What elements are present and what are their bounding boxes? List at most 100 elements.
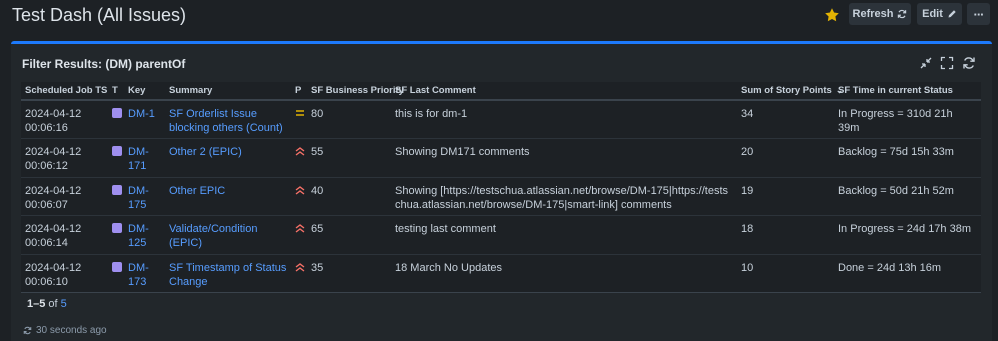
table-row[interactable]: 2024-04-12 00:06:12 DM-171 Other 2 (EPIC)… <box>21 138 981 178</box>
last-comment-cell: this is for dm-1 <box>391 100 737 139</box>
scheduled-job-ts-cell: 2024-04-12 00:06:12 <box>21 138 108 178</box>
issue-key-cell: DM-125 <box>124 215 165 255</box>
type-cell <box>108 100 124 139</box>
gadget-title: Filter Results: (DM) parentOf <box>22 57 186 71</box>
story-points-cell: 34 <box>737 100 834 139</box>
epic-icon <box>112 146 122 156</box>
scheduled-job-ts-cell: 2024-04-12 00:06:07 <box>21 177 108 216</box>
business-priority-cell: 35 <box>307 254 391 293</box>
priority-high-icon <box>295 224 305 233</box>
summary-cell: SF Timestamp of Status Change <box>165 254 291 293</box>
epic-icon <box>112 184 122 195</box>
filter-results-gadget: Filter Results: (DM) parentOf Scheduled … <box>11 41 992 341</box>
column-header[interactable]: P <box>291 82 307 101</box>
refresh-icon <box>898 9 907 19</box>
issue-key-link[interactable]: DM-175 <box>128 185 149 211</box>
edit-button-label: Edit <box>922 8 943 20</box>
last-comment-cell: Showing [https://testschua.atlassian.net… <box>391 177 737 216</box>
scheduled-job-ts-cell: 2024-04-12 00:06:14 <box>21 215 108 255</box>
type-cell <box>108 138 124 178</box>
column-header[interactable]: SF Last Comment <box>391 82 737 101</box>
table-header-row: Scheduled Job TS T Key Summary P SF Busi… <box>21 82 981 101</box>
table-row[interactable]: 2024-04-12 00:06:07 DM-175 Other EPIC 40 … <box>21 177 981 216</box>
more-actions-button[interactable]: ··· <box>967 3 990 25</box>
star-icon[interactable] <box>824 7 840 23</box>
priority-high-icon <box>295 147 305 156</box>
column-header[interactable]: Scheduled Job TS <box>21 82 108 101</box>
time-in-status-cell: Done = 24d 13h 16m <box>834 254 981 293</box>
edit-button[interactable]: Edit <box>917 3 962 25</box>
summary-cell: Validate/Condition (EPIC) <box>165 215 291 255</box>
last-updated-text: 30 seconds ago <box>36 325 107 336</box>
last-comment-cell: Showing DM171 comments <box>391 138 737 178</box>
type-cell <box>108 254 124 293</box>
type-cell <box>108 215 124 255</box>
last-comment-cell: 18 March No Updates <box>391 254 737 293</box>
priority-cell <box>291 254 307 293</box>
business-priority-cell: 65 <box>307 215 391 255</box>
results-table-container: Scheduled Job TS T Key Summary P SF Busi… <box>21 82 981 293</box>
refresh-small-icon <box>23 326 32 335</box>
table-row[interactable]: 2024-04-12 00:06:16 DM-1 SF Orderlist Iss… <box>21 100 981 139</box>
priority-high-icon <box>295 262 305 272</box>
table-row[interactable]: 2024-04-12 00:06:14 DM-125 Validate/Condi… <box>21 215 981 255</box>
epic-icon <box>112 223 122 233</box>
refresh-button-label: Refresh <box>852 8 894 20</box>
issue-key-link[interactable]: DM-1 <box>128 108 155 120</box>
column-header[interactable]: T <box>108 82 124 101</box>
column-header[interactable]: Key <box>124 82 165 101</box>
priority-cell <box>291 215 307 255</box>
column-header-sorted[interactable]: Sum of Story Points⌄ <box>737 82 843 101</box>
summary-link[interactable]: SF Timestamp of Status Change <box>169 262 286 288</box>
priority-medium-icon <box>296 110 304 116</box>
scheduled-job-ts-cell: 2024-04-12 00:06:16 <box>21 100 108 139</box>
story-points-cell: 18 <box>737 215 834 255</box>
collapse-icon[interactable] <box>919 56 933 70</box>
type-cell <box>108 177 124 216</box>
issue-key-cell: DM-173 <box>124 254 165 293</box>
column-header[interactable]: SF Business Priority <box>307 82 404 101</box>
issue-key-link[interactable]: DM-173 <box>128 262 149 288</box>
summary-link[interactable]: Other 2 (EPIC) <box>169 146 242 158</box>
story-points-cell: 10 <box>737 254 834 293</box>
column-header-label: Sum of Story Points <box>741 85 832 96</box>
summary-link[interactable]: Validate/Condition (EPIC) <box>169 223 257 249</box>
priority-cell <box>291 100 307 139</box>
page-title: Test Dash (All Issues) <box>12 5 187 25</box>
results-table: Scheduled Job TS T Key Summary P SF Busi… <box>21 82 981 293</box>
business-priority-cell: 80 <box>307 100 391 139</box>
epic-icon <box>112 108 122 118</box>
issue-key-link[interactable]: DM-171 <box>128 146 149 172</box>
business-priority-cell: 55 <box>307 138 391 178</box>
column-header[interactable]: Summary <box>165 82 291 101</box>
time-in-status-cell: In Progress = 24d 17h 38m <box>834 215 981 255</box>
results-of: of <box>48 298 58 310</box>
issue-key-link[interactable]: DM-125 <box>128 223 149 249</box>
fullscreen-icon[interactable] <box>940 56 954 70</box>
results-range: 1–5 <box>27 298 46 310</box>
table-row[interactable]: 2024-04-12 00:06:10 DM-173 SF Timestamp o… <box>21 254 981 293</box>
summary-link[interactable]: Other EPIC <box>169 185 225 197</box>
dashboard-header: Test Dash (All Issues) Refresh Edit ··· <box>0 0 998 32</box>
issue-key-cell: DM-1 <box>124 100 165 139</box>
results-total-link[interactable]: 5 <box>61 298 67 310</box>
story-points-cell: 20 <box>737 138 834 178</box>
summary-cell: SF Orderlist Issue blocking others (Coun… <box>165 100 291 139</box>
gadget-refresh-icon[interactable] <box>962 56 976 70</box>
time-in-status-cell: Backlog = 50d 21h 52m <box>834 177 981 216</box>
summary-cell: Other EPIC <box>165 177 291 216</box>
time-in-status-cell: In Progress = 310d 21h 39m <box>834 100 981 139</box>
summary-cell: Other 2 (EPIC) <box>165 138 291 178</box>
refresh-button[interactable]: Refresh <box>849 3 911 25</box>
column-header[interactable]: SF Time in current Status <box>834 82 981 101</box>
time-in-status-cell: Backlog = 75d 15h 33m <box>834 138 981 178</box>
results-count: 1–5 of 5 <box>27 298 67 310</box>
pencil-icon <box>948 10 956 18</box>
issue-key-cell: DM-171 <box>124 138 165 178</box>
priority-cell <box>291 138 307 178</box>
priority-cell <box>291 177 307 216</box>
last-comment-cell: testing last comment <box>391 215 737 255</box>
business-priority-cell: 40 <box>307 177 391 216</box>
summary-link[interactable]: SF Orderlist Issue blocking others (Coun… <box>169 108 283 134</box>
issue-key-cell: DM-175 <box>124 177 165 216</box>
